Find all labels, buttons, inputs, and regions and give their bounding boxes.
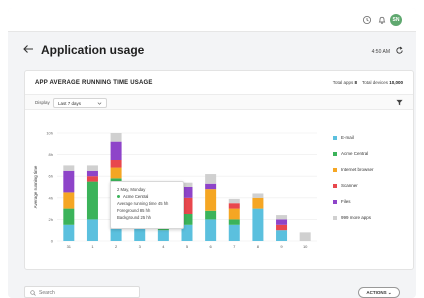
y-tick-label: 2h xyxy=(49,217,53,222)
y-axis-label: Average running time xyxy=(33,165,38,208)
x-tick-label: 5 xyxy=(186,244,189,249)
bar-segment xyxy=(252,193,264,198)
bar-segment xyxy=(252,208,264,241)
last-updated-time: 4:50 AM xyxy=(371,49,390,55)
bar-segment xyxy=(205,189,217,211)
tooltip-line-3: Background 25 hh xyxy=(117,215,151,220)
bar-segment xyxy=(228,198,240,204)
page-header: Application usage 4:50 AM xyxy=(8,32,416,66)
y-tick-label: 0 xyxy=(51,239,54,244)
legend-swatch xyxy=(333,151,337,156)
bar-segment xyxy=(86,165,98,171)
bar-segment xyxy=(110,141,122,160)
bar-segment xyxy=(228,208,240,220)
legend-label: Files xyxy=(341,199,351,204)
x-tick-label: 10 xyxy=(303,244,308,249)
y-tick-label: 4h xyxy=(49,195,53,200)
bar-segment xyxy=(276,219,288,225)
bar-segment xyxy=(228,224,240,241)
legend-item[interactable]: Scanner xyxy=(333,183,374,199)
bar-segment xyxy=(276,224,288,231)
page-title: Application usage xyxy=(41,43,145,57)
bar-segment xyxy=(86,170,98,177)
legend-swatch xyxy=(333,183,337,188)
x-tick-label: 9 xyxy=(280,244,283,249)
bar-segment xyxy=(63,192,75,209)
bar-segment xyxy=(63,224,75,241)
legend-item[interactable]: 999 more apps xyxy=(333,215,374,231)
bar-segment xyxy=(276,230,288,241)
actions-label: ACTIONS xyxy=(366,290,387,295)
search-box[interactable] xyxy=(24,286,140,298)
bar-segment xyxy=(110,133,122,142)
y-tick-label: 8h xyxy=(49,152,53,157)
tooltip-app-dot xyxy=(117,195,120,199)
history-icon[interactable] xyxy=(362,15,372,25)
x-tick-label: 31 xyxy=(67,244,72,249)
bar-segment xyxy=(63,208,75,225)
bar-segment xyxy=(63,165,75,171)
bell-icon[interactable] xyxy=(377,15,387,25)
x-tick-label: 8 xyxy=(257,244,260,249)
y-tick-label: 10h xyxy=(46,131,53,136)
legend-swatch xyxy=(333,199,337,204)
bar-segment xyxy=(299,232,311,241)
bar-segment xyxy=(205,174,217,184)
legend-item[interactable]: Files xyxy=(333,199,374,215)
bar-segment xyxy=(110,160,122,168)
back-arrow-icon[interactable] xyxy=(22,44,34,54)
search-icon xyxy=(30,290,36,296)
app-window: SN Application usage 4:50 AM APP AVERAGE… xyxy=(8,8,416,298)
legend-item[interactable]: E-mail xyxy=(333,135,374,151)
avatar[interactable]: SN xyxy=(390,14,402,26)
legend-label: 999 more apps xyxy=(341,215,372,220)
legend-item[interactable]: Internet browser xyxy=(333,167,374,183)
legend-swatch xyxy=(333,215,337,220)
tooltip-app: Acme Central xyxy=(117,193,177,200)
bar-segment xyxy=(157,230,169,241)
bar-segment xyxy=(252,197,264,209)
tooltip-app-name: Acme Central xyxy=(123,194,149,199)
bar-segment xyxy=(228,203,240,209)
bar-segment xyxy=(205,183,217,190)
bar-segment xyxy=(86,181,98,220)
legend-label: E-mail xyxy=(341,135,354,140)
legend-label: Internet browser xyxy=(341,167,374,172)
x-tick-label: 7 xyxy=(233,244,236,249)
bar-segment xyxy=(63,170,75,193)
bar-segment xyxy=(205,219,217,241)
y-tick-label: 6h xyxy=(49,174,53,179)
legend-label: Scanner xyxy=(341,183,358,188)
x-tick-label: 1 xyxy=(91,244,94,249)
x-tick-label: 6 xyxy=(210,244,213,249)
bottom-bar: ACTIONS ⌄ xyxy=(8,286,416,298)
bar-segment xyxy=(228,219,240,225)
x-tick-label: 3 xyxy=(139,244,142,249)
x-tick-label: 2 xyxy=(115,244,118,249)
refresh-icon[interactable] xyxy=(395,46,404,55)
usage-card: APP AVERAGE RUNNING TIME USAGE Total app… xyxy=(24,70,414,270)
search-input[interactable] xyxy=(39,290,129,296)
top-bar: SN xyxy=(8,8,416,32)
chart-tooltip: 2 May, Monday Acme Central Average runni… xyxy=(110,181,184,229)
legend-item[interactable]: Acme Central xyxy=(333,151,374,167)
bar-segment xyxy=(276,215,288,220)
bar-segment xyxy=(86,219,98,241)
legend-swatch xyxy=(333,167,337,172)
bar-segment xyxy=(110,167,122,179)
x-tick-label: 4 xyxy=(162,244,165,249)
legend-label: Acme Central xyxy=(341,151,369,156)
tooltip-line-1: Average running time 45 hh xyxy=(117,201,169,206)
actions-button[interactable]: ACTIONS ⌄ xyxy=(358,287,400,298)
bar-segment xyxy=(205,210,217,220)
legend-swatch xyxy=(333,135,337,140)
bar-segment xyxy=(86,176,98,182)
tooltip-line-2: Foreground 85 hh xyxy=(117,208,151,213)
tooltip-date: 2 May, Monday xyxy=(117,187,146,192)
chart-legend: E-mail Acme Central Internet browser Scanne… xyxy=(333,135,374,231)
